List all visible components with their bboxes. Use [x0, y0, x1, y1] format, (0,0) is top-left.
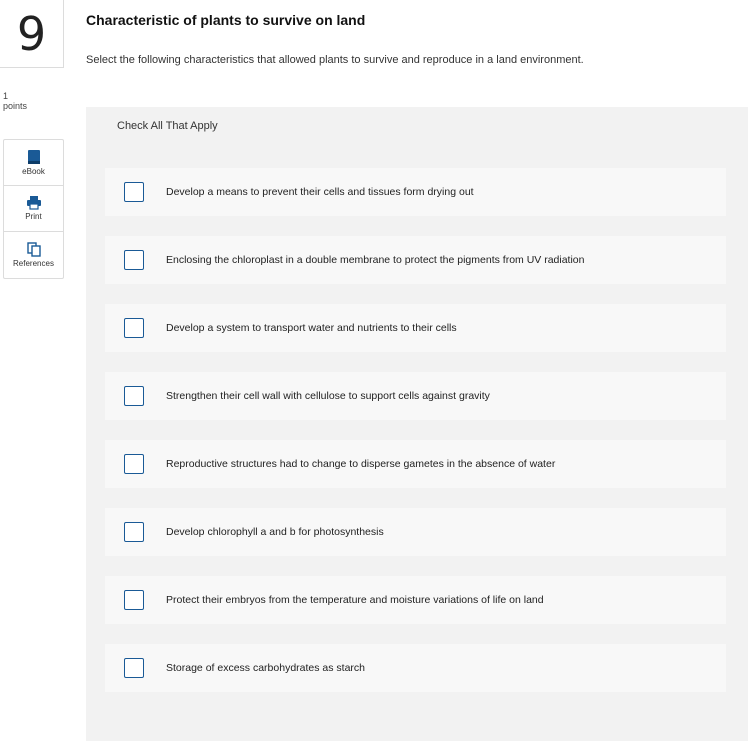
checkbox[interactable] — [124, 182, 144, 202]
option-label: Reproductive structures had to change to… — [166, 458, 556, 470]
book-icon — [27, 150, 40, 164]
print-label: Print — [25, 212, 42, 221]
references-button[interactable]: References — [4, 232, 63, 278]
tools-panel: eBook Print References — [3, 139, 64, 279]
checkbox[interactable] — [124, 522, 144, 542]
instruction-label: Check All That Apply — [117, 120, 218, 132]
option-label: Storage of excess carbohydrates as starc… — [166, 662, 366, 674]
answer-option[interactable]: Reproductive structures had to change to… — [105, 440, 726, 488]
checkbox[interactable] — [124, 250, 144, 270]
points-label: points — [3, 101, 28, 111]
points-value: 1 — [3, 91, 9, 101]
points-info: 1 points — [3, 91, 27, 111]
option-label: Protect their embryos from the temperatu… — [166, 594, 544, 606]
answer-option[interactable]: Develop chlorophyll a and b for photosyn… — [105, 508, 726, 556]
answer-option[interactable]: Develop a system to transport water and … — [105, 304, 726, 352]
answer-option[interactable]: Develop a means to prevent their cells a… — [105, 168, 726, 216]
ebook-button[interactable]: eBook — [4, 140, 63, 186]
question-title: Characteristic of plants to survive on l… — [86, 12, 366, 28]
copy-icon — [26, 242, 41, 257]
answer-option[interactable]: Enclosing the chloroplast in a double me… — [105, 236, 726, 284]
option-label: Develop a means to prevent their cells a… — [166, 186, 474, 198]
answer-panel: Check All That Apply Develop a means to … — [86, 107, 748, 741]
ebook-label: eBook — [22, 167, 45, 176]
printer-icon — [26, 196, 41, 210]
option-label: Develop a system to transport water and … — [166, 322, 457, 334]
checkbox[interactable] — [124, 318, 144, 338]
references-label: References — [13, 259, 54, 268]
checkbox[interactable] — [124, 454, 144, 474]
checkbox[interactable] — [124, 386, 144, 406]
answer-option[interactable]: Storage of excess carbohydrates as starc… — [105, 644, 726, 692]
question-number: 9 — [0, 0, 64, 68]
option-label: Enclosing the chloroplast in a double me… — [166, 254, 585, 266]
checkbox[interactable] — [124, 590, 144, 610]
print-button[interactable]: Print — [4, 186, 63, 232]
answer-option[interactable]: Protect their embryos from the temperatu… — [105, 576, 726, 624]
option-label: Strengthen their cell wall with cellulos… — [166, 390, 490, 402]
option-label: Develop chlorophyll a and b for photosyn… — [166, 526, 384, 538]
checkbox[interactable] — [124, 658, 144, 678]
question-prompt: Select the following characteristics tha… — [86, 54, 584, 66]
answer-option[interactable]: Strengthen their cell wall with cellulos… — [105, 372, 726, 420]
